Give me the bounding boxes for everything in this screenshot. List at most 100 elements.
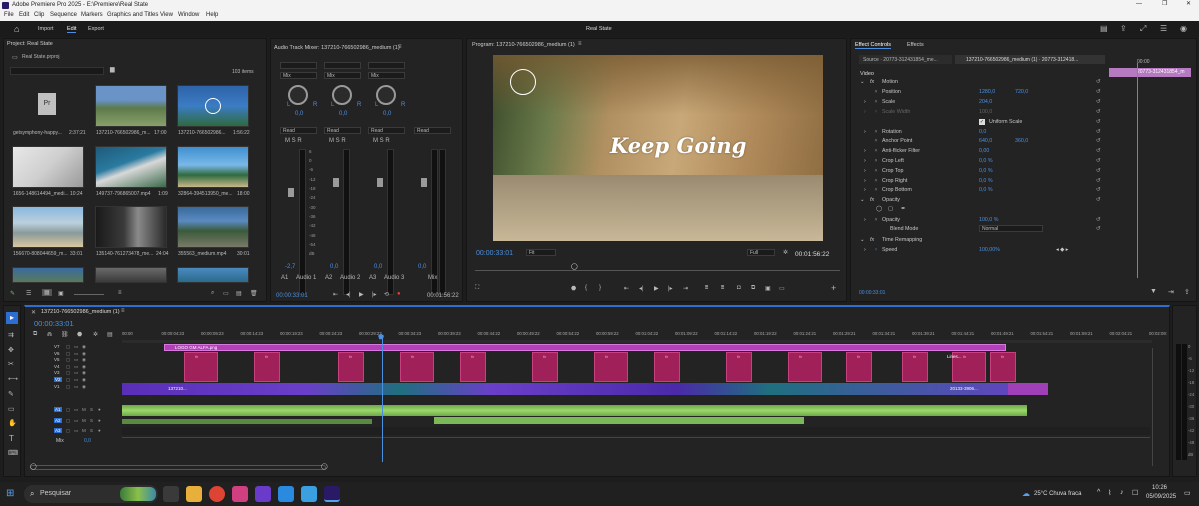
stopwatch-icon[interactable]: ◔ [874, 129, 877, 135]
zoom-handle-right[interactable]: ◯ [321, 463, 328, 470]
audio-mixer-title[interactable]: Audio Track Mixer: 137210-766502986_medi… [274, 45, 400, 51]
premiere-taskbar-icon[interactable] [324, 486, 340, 502]
step-back-icon[interactable]: ◂| [639, 285, 644, 292]
sync-icon[interactable]: ▭ [74, 344, 78, 350]
panel-menu-icon[interactable]: ≡ [398, 44, 402, 50]
step-forward-icon[interactable]: |▸ [668, 285, 673, 292]
expand-chevron-icon[interactable]: ⌄ [860, 79, 864, 85]
trash-icon[interactable]: 🗑 [250, 290, 258, 297]
folder-icon[interactable]: ▆ [110, 66, 115, 73]
property-value[interactable]: 0,0 % [979, 187, 993, 193]
multi-cam-icon[interactable]: ▭ [779, 285, 785, 292]
project-item-thumbnail[interactable]: Pr [12, 85, 84, 127]
settings-wrench-icon[interactable]: ✲ [783, 249, 788, 256]
track-v1[interactable]: 137210... 20133-3906... [122, 383, 1150, 395]
stopwatch-icon[interactable]: ◔ [874, 89, 877, 95]
track-header-a1[interactable]: A1 ▢ ▭ M S ● [34, 406, 120, 415]
freeform-view-icon[interactable]: ▣ [58, 290, 64, 297]
pan-knob[interactable] [376, 85, 396, 105]
track-label[interactable]: V3 [54, 370, 60, 375]
lock-icon[interactable]: ▢ [66, 428, 70, 434]
project-item-thumbnail[interactable] [95, 85, 167, 127]
lock-icon[interactable]: ▢ [66, 344, 70, 350]
menu-help[interactable]: Help [206, 12, 218, 18]
reset-icon[interactable]: ↺ [1096, 197, 1100, 203]
program-title[interactable]: Program: 137210-766502986_medium (1) [472, 42, 575, 48]
app-icon[interactable] [278, 486, 294, 502]
timeline-timecode[interactable]: 00:00:33:01 [34, 319, 74, 328]
graphic-clip[interactable]: fx [254, 352, 280, 382]
windows-start-icon[interactable]: ⊞ [6, 488, 14, 499]
stopwatch-icon[interactable]: ◔ [874, 158, 877, 164]
menu-sequence[interactable]: Sequence [50, 12, 77, 18]
track-source-label[interactable]: A3 [54, 428, 62, 433]
captions-icon[interactable]: ▤ [107, 331, 113, 338]
track-header-v2[interactable]: V2 ▢ ▭ ◉ [34, 377, 120, 383]
graphic-clip[interactable]: fx [990, 352, 1016, 382]
track-label[interactable]: V1 [54, 384, 60, 389]
mode-select[interactable]: Mix [324, 72, 361, 79]
property-row-blend-mode[interactable]: Blend Mode Normal ↺ [860, 225, 1105, 234]
automation-select[interactable]: Read [280, 127, 317, 134]
speed-value[interactable]: 100,00% [979, 247, 1000, 253]
stopwatch-icon[interactable]: ◔ [874, 138, 877, 144]
project-item-thumbnail[interactable] [177, 146, 249, 188]
lock-icon[interactable]: ▢ [66, 370, 70, 376]
project-item-thumbnail[interactable] [12, 146, 84, 188]
track-a2[interactable] [122, 417, 1150, 426]
tab-edit[interactable]: Edit [67, 26, 77, 33]
sync-icon[interactable]: ▭ [74, 370, 78, 376]
sort-icon[interactable]: ≡ [118, 290, 122, 296]
track-label[interactable]: V7 [54, 344, 60, 349]
workspaces-icon[interactable]: ▤ [1100, 24, 1108, 33]
graphic-clip[interactable]: fx [400, 352, 434, 382]
expand-chevron-icon[interactable]: › [864, 217, 866, 223]
mic-icon[interactable]: ● [98, 428, 101, 433]
sync-icon[interactable]: ▭ [74, 351, 78, 357]
graphic-clip[interactable]: fx [532, 352, 558, 382]
master-db[interactable]: 0,0 [418, 264, 426, 270]
expand-chevron-icon[interactable]: › [864, 158, 866, 164]
rectangle-mask-icon[interactable]: ▢ [888, 206, 893, 212]
project-item-thumbnail[interactable] [12, 267, 84, 283]
v1-tail-clip[interactable] [1008, 383, 1048, 395]
audio-clip[interactable] [122, 405, 1027, 416]
go-to-in-icon[interactable]: ⇤ [624, 285, 629, 292]
pan-knob[interactable] [288, 85, 308, 105]
menu-edit[interactable]: Edit [19, 12, 29, 18]
effect-controls-timecode[interactable]: 00:00:33:01 [859, 290, 885, 296]
project-item-thumbnail[interactable] [95, 206, 167, 248]
eye-icon[interactable]: ◉ [82, 370, 86, 376]
property-value[interactable]: 204,0 [979, 99, 992, 105]
quality-select[interactable]: Full [747, 249, 775, 256]
scrubber-playhead[interactable]: ◯ [571, 263, 578, 270]
expand-chevron-icon[interactable]: › [864, 99, 866, 105]
mini-clip[interactable]: 20773-312431854_m [1109, 68, 1191, 77]
language-icon[interactable]: ☐ [1132, 489, 1138, 497]
lock-icon[interactable]: ▢ [66, 351, 70, 357]
reset-icon[interactable]: ↺ [1096, 187, 1100, 193]
lock-icon[interactable]: ▢ [66, 418, 70, 424]
v1-clip-strip[interactable] [122, 383, 1047, 395]
property-row-speed[interactable]: › ◔ Speed 100,00% ◂ ◆ ▸ [860, 246, 1105, 255]
add-marker-icon[interactable]: ⬣ [77, 331, 82, 338]
tab-import[interactable]: Import [38, 26, 54, 32]
track-source-label[interactable]: A1 [54, 407, 62, 412]
time-remap-row[interactable]: ⌄ fx Time Remapping [860, 236, 1105, 245]
razor-tool-icon[interactable]: ✂ [8, 360, 14, 368]
caption-tool-icon[interactable]: ⌨ [8, 449, 18, 457]
timeline-scrollbar[interactable] [30, 465, 326, 470]
fullscreen-icon[interactable]: ⤢ [1140, 24, 1146, 34]
opacity-effect-row[interactable]: ⌄ fx Opacity ↺ [860, 196, 1105, 205]
sync-icon[interactable]: ▭ [74, 407, 78, 413]
graphic-clip[interactable]: fx [846, 352, 872, 382]
reset-icon[interactable]: ↺ [1096, 158, 1100, 164]
menu-markers[interactable]: Markers [81, 12, 103, 18]
play-icon[interactable]: ▶ [654, 285, 659, 292]
sync-icon[interactable]: ▭ [74, 357, 78, 363]
step-forward-icon[interactable]: |▸ [372, 291, 377, 298]
playhead-timecode[interactable]: 00:00:33:01 [476, 250, 513, 257]
lock-icon[interactable]: ▢ [66, 364, 70, 370]
maximize-icon[interactable]: ❐ [1162, 0, 1167, 7]
track-header-v1[interactable]: V1 ▢ ▭ ◉ [34, 384, 120, 390]
